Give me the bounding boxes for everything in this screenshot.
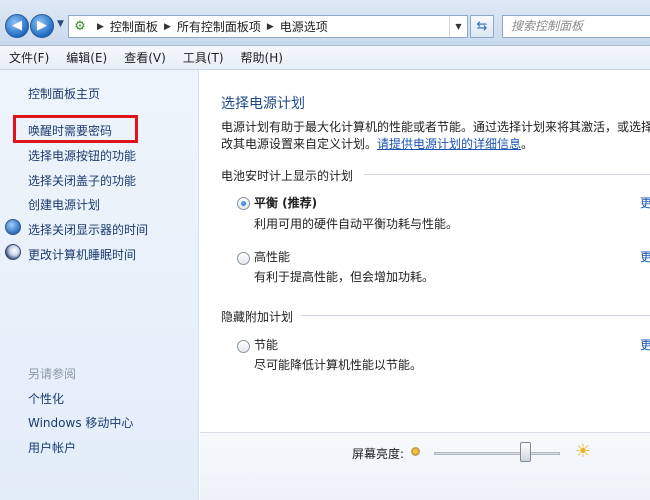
page-description: 电源计划有助于最大化计算机的性能或者节能。通过选择计划来将其激活，或选择 改其电…	[221, 119, 650, 153]
menu-file[interactable]: 文件(F)	[0, 49, 57, 66]
plan-power-saver-name[interactable]: 节能	[254, 336, 278, 353]
monitor-icon	[5, 219, 21, 235]
plan-high-performance-name[interactable]: 高性能	[254, 248, 290, 265]
radio-power-saver[interactable]	[237, 340, 250, 353]
sidebar-link-create-plan[interactable]: 创建电源计划	[28, 196, 100, 213]
sleep-icon	[5, 244, 21, 260]
sidebar-link-user-accounts[interactable]: 用户帐户	[28, 439, 76, 456]
divider	[364, 174, 650, 175]
brightness-slider-track[interactable]	[434, 452, 560, 455]
description-line-2: 改其电源设置来自定义计划。	[221, 137, 378, 151]
change-plan-power-saver-link[interactable]: 更	[640, 336, 650, 353]
forward-button[interactable]: ▶	[30, 14, 54, 38]
back-button[interactable]: ◀	[5, 14, 29, 38]
red-highlight-box	[13, 115, 138, 143]
plan-balanced-name[interactable]: 平衡 (推荐)	[254, 194, 317, 211]
control-panel-icon: ⚙	[74, 19, 86, 34]
recent-pages-dropdown[interactable]: ▼	[57, 19, 64, 29]
chevron-down-icon[interactable]: ▼	[449, 16, 467, 37]
sidebar-link-home[interactable]: 控制面板主页	[28, 85, 100, 102]
menu-help[interactable]: 帮助(H)	[232, 49, 291, 66]
change-plan-balanced-link[interactable]: 更	[640, 194, 650, 211]
see-also-heading: 另请参阅	[28, 367, 77, 381]
page-title: 选择电源计划	[221, 96, 305, 112]
radio-high-performance[interactable]	[237, 252, 250, 265]
sidebar-link-lid[interactable]: 选择关闭盖子的功能	[28, 172, 136, 189]
chevron-right-icon[interactable]: ▶	[164, 22, 171, 32]
plan-balanced-desc: 利用可用的硬件自动平衡功耗与性能。	[254, 217, 459, 231]
dim-brightness-icon	[411, 447, 420, 456]
description-line-1: 电源计划有助于最大化计算机的性能或者节能。通过选择计划来将其激活，或选择	[221, 120, 650, 134]
address-bar[interactable]: ⚙ ▶ 控制面板 ▶ 所有控制面板项 ▶ 电源选项 ▼	[68, 15, 468, 38]
menu-tools[interactable]: 工具(T)	[174, 49, 232, 66]
menu-bar: 文件(F) 编辑(E) 查看(V) 工具(T) 帮助(H)	[0, 46, 650, 70]
description-period: 。	[521, 137, 534, 151]
menu-view[interactable]: 查看(V)	[115, 49, 174, 66]
chevron-right-icon[interactable]: ▶	[267, 22, 274, 32]
change-plan-high-performance-link[interactable]: 更	[640, 248, 650, 265]
refresh-button[interactable]: ⇆	[470, 15, 494, 38]
group-heading-hidden: 隐藏附加计划	[221, 310, 294, 324]
breadcrumb-all-items[interactable]: 所有控制面板项	[177, 18, 261, 35]
plan-high-performance-desc: 有利于提高性能，但会增加功耗。	[254, 270, 435, 284]
radio-balanced[interactable]	[237, 197, 250, 210]
plan-power-saver-desc: 尽可能降低计算机性能以节能。	[254, 358, 423, 372]
brightness-label: 屏幕亮度:	[352, 447, 405, 461]
brightness-bar: 屏幕亮度: ☀	[200, 432, 650, 500]
breadcrumb-power-options[interactable]: 电源选项	[280, 18, 328, 35]
sidebar-link-display-off[interactable]: 选择关闭显示器的时间	[28, 221, 148, 238]
menu-edit[interactable]: 编辑(E)	[57, 49, 115, 66]
chevron-right-icon[interactable]: ▶	[97, 22, 104, 32]
bright-sun-icon: ☀	[574, 441, 592, 462]
group-heading-battery: 电池安时计上显示的计划	[221, 169, 354, 183]
sidebar-link-power-button[interactable]: 选择电源按钮的功能	[28, 147, 136, 164]
address-toolbar: ◀ ▶ ▼ ⚙ ▶ 控制面板 ▶ 所有控制面板项 ▶ 电源选项 ▼ ⇆ 搜索控制…	[0, 0, 650, 46]
search-input[interactable]: 搜索控制面板	[502, 15, 650, 38]
sidebar-link-sleep[interactable]: 更改计算机睡眠时间	[28, 246, 136, 263]
sidebar-link-mobility-center[interactable]: Windows 移动中心	[28, 414, 133, 431]
sidebar-link-personalization[interactable]: 个性化	[28, 390, 64, 407]
brightness-slider-thumb[interactable]	[520, 442, 532, 462]
breadcrumb-control-panel[interactable]: 控制面板	[110, 18, 158, 35]
divider	[301, 315, 650, 316]
plan-details-link[interactable]: 请提供电源计划的详细信息	[377, 137, 521, 151]
